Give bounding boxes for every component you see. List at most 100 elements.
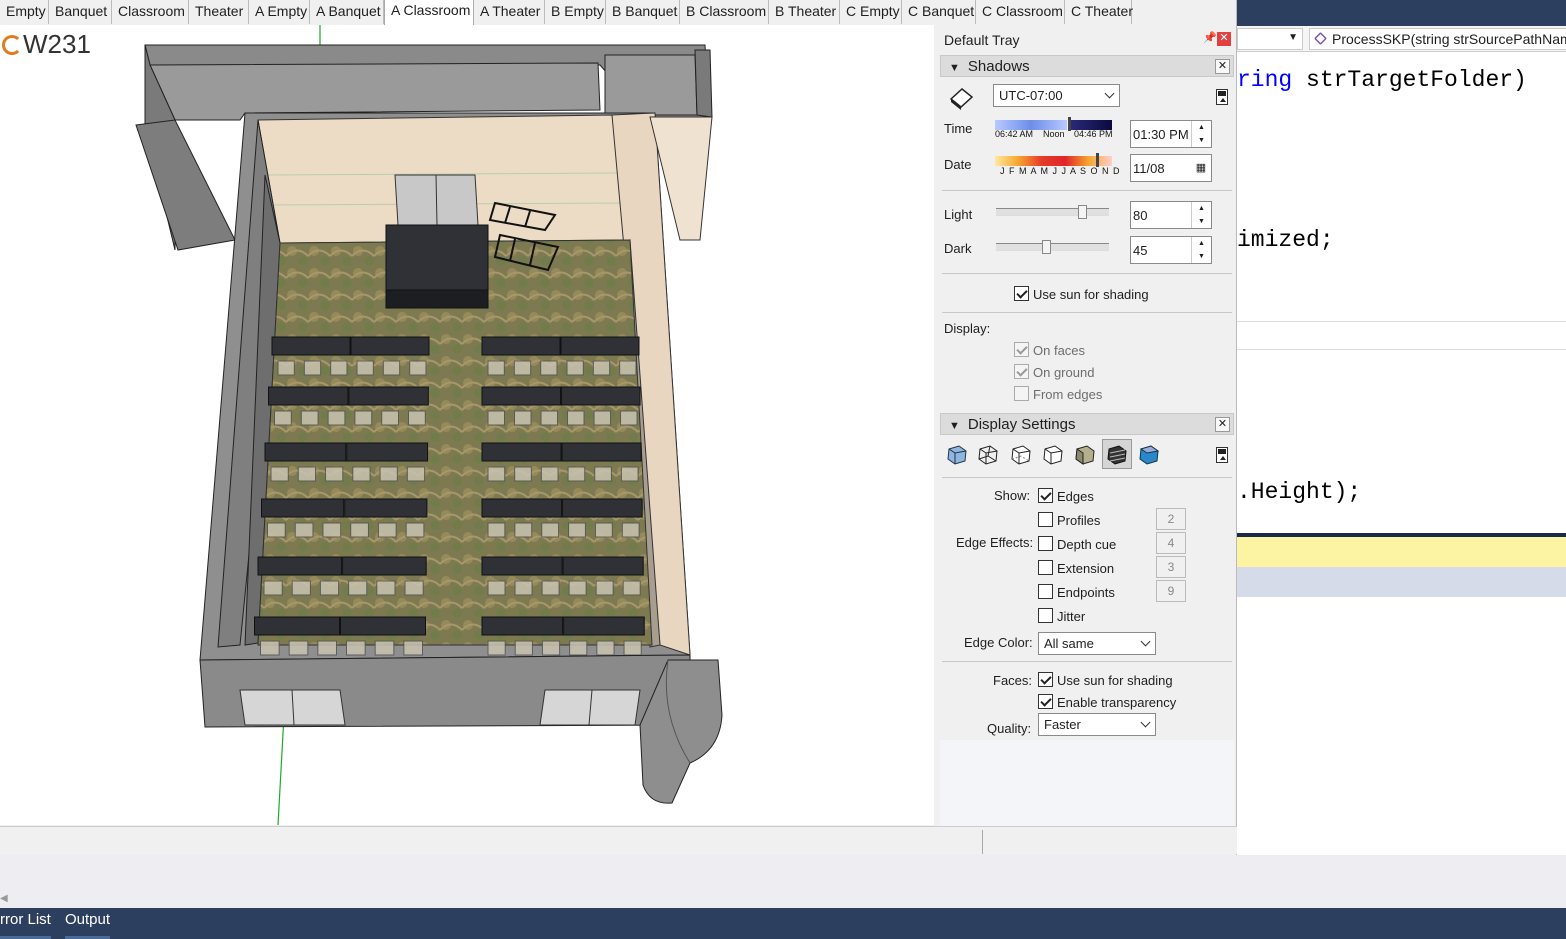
wireframe-style-icon[interactable]	[976, 443, 1000, 467]
dark-input[interactable]: 45 ▲ ▼	[1130, 236, 1212, 264]
tab-scene-c-theater[interactable]: C Theater	[1065, 0, 1133, 24]
extension-input[interactable]: 3	[1156, 556, 1186, 578]
tab-scene-a-banquet[interactable]: A Banquet	[310, 0, 384, 24]
tab-scene-a-empty[interactable]: A Empty	[249, 0, 310, 24]
faces-use-sun-checkbox[interactable]	[1038, 672, 1053, 687]
profiles-width-input[interactable]: 2	[1156, 508, 1186, 530]
dark-slider[interactable]	[996, 240, 1109, 254]
time-slider-knob[interactable]	[1068, 117, 1071, 131]
close-panel-icon[interactable]: ✕	[1215, 417, 1230, 432]
endpoints-input[interactable]: 9	[1156, 580, 1186, 602]
tab-scene-classroom[interactable]: Classroom	[112, 0, 189, 24]
display-settings-panel-header[interactable]: ▼ Display Settings ✕	[940, 413, 1234, 435]
chair	[294, 522, 314, 538]
spin-down-icon[interactable]: ▼	[1192, 215, 1211, 228]
chair	[540, 466, 559, 482]
light-input[interactable]: 80 ▲ ▼	[1130, 201, 1212, 229]
tab-output[interactable]: Output	[65, 911, 111, 939]
shaded-style-icon[interactable]	[1073, 443, 1097, 467]
calendar-icon[interactable]: ▦	[1191, 155, 1211, 174]
desk	[344, 498, 428, 518]
chair	[541, 522, 560, 538]
desk	[340, 616, 426, 636]
divider	[942, 661, 1232, 662]
spin-up-icon[interactable]: ▲	[1192, 121, 1211, 134]
type-dropdown[interactable]: ▼	[1237, 28, 1303, 50]
undock-icon[interactable]	[1216, 89, 1228, 105]
monochrome-style-icon[interactable]	[1137, 443, 1161, 467]
chair	[567, 466, 586, 482]
shadows-panel-header[interactable]: ▼ Shadows ✕	[940, 55, 1234, 77]
spin-up-icon[interactable]: ▲	[1192, 237, 1211, 250]
date-slider-knob[interactable]	[1096, 153, 1099, 167]
chair	[288, 640, 309, 656]
dark-slider-knob[interactable]	[1041, 240, 1051, 254]
navigation-bar: ▼ ProcessSKP(string strSourcePathName	[1237, 26, 1566, 52]
chair	[317, 640, 338, 656]
collapse-triangle-icon: ▼	[949, 62, 960, 74]
chair	[514, 640, 533, 656]
pin-icon[interactable]: 📌	[1203, 31, 1217, 44]
edges-checkbox[interactable]	[1038, 488, 1053, 503]
timezone-select[interactable]: UTC-07:00	[993, 84, 1120, 107]
outline-style-icon[interactable]	[1041, 443, 1065, 467]
measurements-box[interactable]	[982, 830, 1235, 854]
extension-checkbox[interactable]	[1038, 560, 1053, 575]
chair	[594, 466, 612, 482]
profiles-checkbox[interactable]	[1038, 512, 1053, 527]
jitter-checkbox[interactable]	[1038, 608, 1053, 623]
tab-scene-banquet[interactable]: Banquet	[49, 0, 112, 24]
tab-scene-a-classroom[interactable]: A Classroom	[384, 0, 474, 25]
time-input[interactable]: 01:30 PM ▲ ▼	[1130, 120, 1212, 148]
chair	[270, 466, 289, 482]
light-slider[interactable]	[996, 205, 1109, 219]
tab-scene-c-banquet[interactable]: C Banquet	[902, 0, 976, 24]
on-faces-checkbox[interactable]	[1014, 342, 1029, 357]
edge-color-select[interactable]: All same	[1038, 632, 1156, 655]
shadow-settings-icon[interactable]	[948, 85, 974, 111]
member-dropdown[interactable]: ProcessSKP(string strSourcePathName	[1309, 28, 1566, 50]
noon-label: Noon	[1043, 129, 1065, 139]
3d-viewport[interactable]: W231	[0, 25, 934, 825]
light-slider-knob[interactable]	[1077, 205, 1087, 219]
tab-scene-b-empty[interactable]: B Empty	[545, 0, 606, 24]
code-editor[interactable]	[1237, 0, 1566, 939]
chair	[406, 466, 426, 482]
close-tray-button[interactable]: ✕	[1217, 32, 1231, 46]
tab-scene-a-theater[interactable]: A Theater	[474, 0, 545, 24]
quality-select[interactable]: Faster	[1038, 713, 1156, 736]
tab-scene-empty[interactable]: Empty	[0, 0, 49, 24]
undock-icon[interactable]	[1216, 447, 1228, 463]
on-ground-checkbox[interactable]	[1014, 364, 1029, 379]
enable-transparency-checkbox[interactable]	[1038, 694, 1053, 709]
use-sun-checkbox[interactable]	[1014, 286, 1029, 301]
chair	[267, 522, 286, 538]
scroll-left-icon[interactable]: ◀	[0, 893, 8, 904]
spin-down-icon[interactable]: ▼	[1192, 134, 1211, 147]
hidden-line-style-icon[interactable]	[1009, 443, 1033, 467]
on-faces-label: On faces	[1033, 343, 1086, 358]
xray-style-icon[interactable]	[945, 443, 969, 467]
time-label: Time	[944, 121, 973, 136]
tab-scene-b-theater[interactable]: B Theater	[769, 0, 840, 24]
close-panel-icon[interactable]: ✕	[1215, 59, 1230, 74]
tab-scene-theater[interactable]: Theater	[189, 0, 249, 24]
endpoints-checkbox[interactable]	[1038, 584, 1053, 599]
tab-scene-c-classroom[interactable]: C Classroom	[976, 0, 1065, 24]
date-slider[interactable]	[995, 156, 1112, 166]
edge-effects-label: Edge Effects:	[956, 535, 1034, 550]
date-input[interactable]: 11/08 ▦	[1130, 154, 1212, 182]
depth-cue-input[interactable]: 4	[1156, 532, 1186, 554]
panel-title: Display Settings	[967, 416, 1076, 433]
tab-error-list[interactable]: rror List	[0, 911, 51, 939]
depth-cue-checkbox[interactable]	[1038, 536, 1053, 551]
spin-up-icon[interactable]: ▲	[1192, 202, 1211, 215]
from-edges-checkbox[interactable]	[1014, 386, 1029, 401]
tab-scene-b-classroom[interactable]: B Classroom	[680, 0, 769, 24]
tab-scene-c-empty[interactable]: C Empty	[840, 0, 902, 24]
spin-down-icon[interactable]: ▼	[1192, 250, 1211, 263]
tab-scene-b-banquet[interactable]: B Banquet	[606, 0, 680, 24]
shaded-textures-style-icon[interactable]	[1105, 443, 1129, 467]
chair	[487, 466, 506, 482]
chair	[403, 640, 424, 656]
